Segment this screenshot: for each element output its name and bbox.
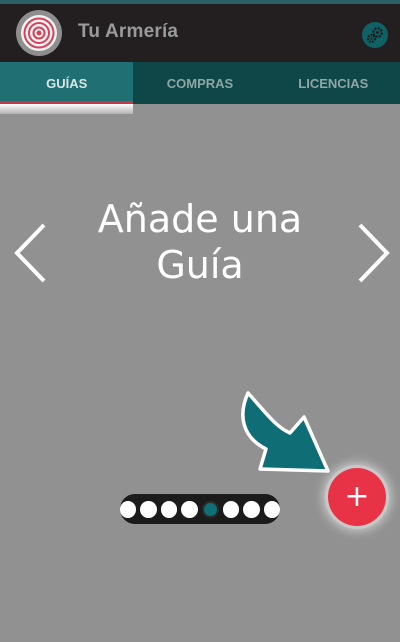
page-dot[interactable]	[222, 500, 240, 518]
add-guide-button[interactable]: +	[328, 468, 386, 526]
tab-guias[interactable]: GUÍAS	[0, 62, 134, 104]
active-tab-highlight	[0, 104, 133, 114]
settings-button[interactable]	[362, 22, 388, 48]
tab-compras[interactable]: COMPRAS	[133, 62, 266, 104]
page-dot-active[interactable]	[201, 500, 219, 518]
tutorial-headline: Añade una Guía	[97, 197, 303, 287]
curved-arrow-icon	[241, 391, 330, 473]
tab-licencias[interactable]: LICENCIAS	[267, 62, 400, 104]
page-dot[interactable]	[263, 500, 280, 518]
page-dot[interactable]	[181, 500, 198, 518]
tutorial-overlay	[0, 104, 400, 642]
chevron-left-icon[interactable]	[12, 222, 48, 284]
app-title: Tu Armería	[78, 21, 179, 42]
plus-icon: +	[344, 479, 370, 514]
page-dot[interactable]	[140, 500, 157, 518]
chevron-right-icon[interactable]	[356, 222, 392, 284]
target-logo-icon	[16, 10, 62, 56]
page-dot[interactable]	[243, 500, 260, 518]
page-dot[interactable]	[160, 500, 178, 518]
page-dot[interactable]	[120, 500, 137, 518]
gears-icon	[366, 27, 383, 44]
page-indicator	[120, 494, 280, 524]
app-bar: Tu Armería	[0, 0, 400, 62]
tab-bar: GUÍAS COMPRAS LICENCIAS	[0, 62, 400, 104]
